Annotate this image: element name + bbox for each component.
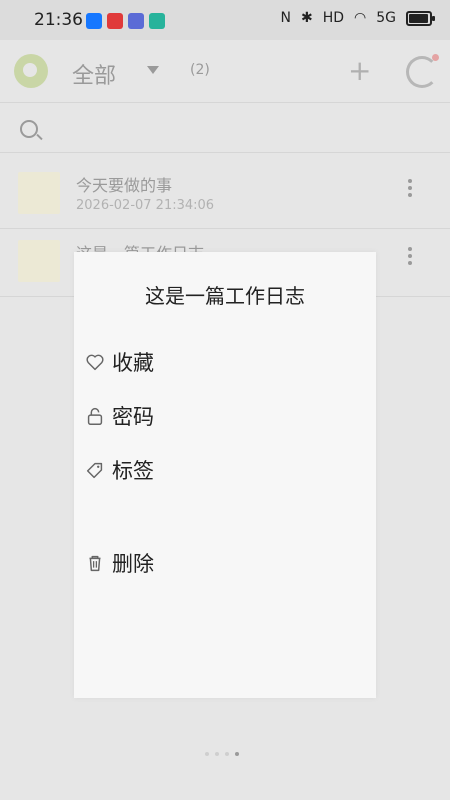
list-item[interactable]: 今天要做的事 2026-02-07 21:34:06: [0, 164, 450, 229]
search-icon[interactable]: [20, 120, 38, 138]
status-bar: 21:36 N ✱ HD ◠ 5G: [0, 0, 450, 40]
page-dot: [225, 752, 229, 756]
wifi-icon: ◠: [354, 10, 367, 26]
page-indicator: [205, 752, 239, 756]
tag-icon: [86, 462, 103, 479]
system-icons: N ✱ HD ◠ 5G: [280, 10, 435, 26]
note-time: 2026-02-07 21:34:06: [76, 198, 215, 213]
hd-icon: HD: [322, 10, 345, 26]
note-actions-dialog: 这是一篇工作日志 收藏 密码 标签 删除: [74, 252, 376, 698]
page-dot-active: [235, 752, 239, 756]
sync-icon[interactable]: [406, 56, 438, 88]
chevron-down-icon[interactable]: [147, 66, 159, 74]
alipay-notification-icon: [86, 13, 102, 29]
app-logo-icon[interactable]: [14, 54, 48, 88]
page-dot: [215, 752, 219, 756]
folder-title[interactable]: 全部: [72, 58, 116, 90]
menu-item-label: 密码: [112, 405, 154, 429]
menu-item-label: 删除: [112, 552, 154, 576]
menu-item-label: 收藏: [112, 351, 154, 375]
tag-menu-item[interactable]: 标签: [84, 452, 154, 488]
search-bar[interactable]: [0, 104, 450, 153]
note-title: 今天要做的事: [76, 176, 173, 195]
signal-icon: 5G: [376, 10, 396, 26]
favorite-menu-item[interactable]: 收藏: [84, 344, 154, 380]
app-header: 全部 (2) +: [0, 40, 450, 103]
battery-icon: [406, 10, 435, 26]
more-vertical-icon[interactable]: [408, 244, 412, 268]
nfc-icon: N: [280, 10, 291, 26]
heart-icon: [86, 354, 104, 371]
note-count: (2): [190, 62, 210, 78]
lock-icon: [87, 407, 103, 425]
dialog-title: 这是一篇工作日志: [145, 284, 305, 308]
mi-notification-icon: [149, 13, 165, 29]
sync-badge: [432, 54, 439, 61]
health-notification-icon: [107, 13, 123, 29]
note-thumbnail: [18, 172, 60, 214]
page-dot: [205, 752, 209, 756]
more-vertical-icon[interactable]: [408, 176, 412, 200]
plus-icon[interactable]: +: [348, 54, 371, 87]
menu-item-label: 标签: [112, 459, 154, 483]
delete-menu-item[interactable]: 删除: [84, 545, 154, 581]
note-thumbnail: [18, 240, 60, 282]
status-time: 21:36: [34, 10, 83, 30]
notification-icons: [86, 13, 165, 29]
password-menu-item[interactable]: 密码: [84, 398, 154, 434]
bluetooth-icon: ✱: [300, 10, 313, 26]
trash-icon: [89, 555, 101, 572]
app-notification-icon: [128, 13, 144, 29]
